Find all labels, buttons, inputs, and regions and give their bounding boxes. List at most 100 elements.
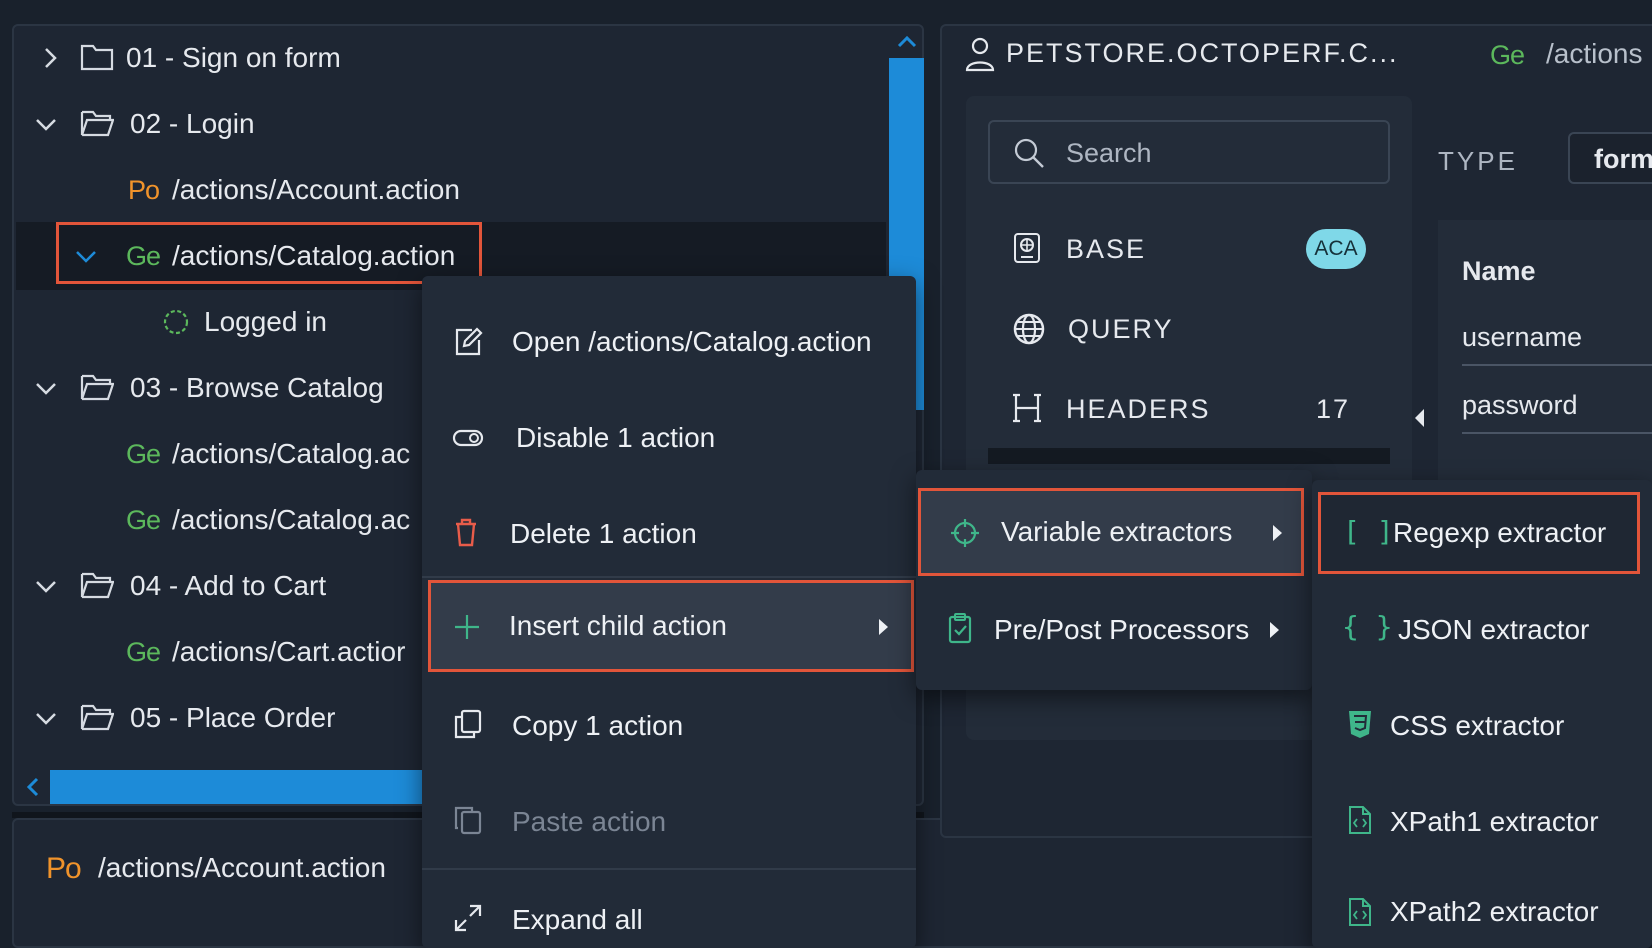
copy-icon	[454, 709, 482, 739]
param-underline	[1462, 432, 1652, 434]
submenu-item-label: Variable extractors	[1001, 516, 1233, 547]
menu-item-open[interactable]: Open /actions/Catalog.action	[422, 302, 916, 382]
menu-item-label: Open /actions/Catalog.action	[512, 326, 872, 357]
section-label: BASE	[1066, 234, 1147, 264]
headers-count: 17	[1316, 394, 1351, 424]
param-underline	[1462, 364, 1652, 366]
section-label: QUERY	[1068, 314, 1174, 344]
base-badge: ACA	[1306, 229, 1366, 269]
menu-item-expand-all[interactable]: Expand all	[422, 880, 916, 948]
get-method-badge: Ge	[126, 636, 161, 667]
post-method-badge: Po	[46, 852, 82, 885]
braces-icon: { }	[1342, 610, 1393, 643]
menu-item-paste[interactable]: Paste action	[422, 782, 916, 862]
request-path: /actions	[1546, 38, 1643, 69]
extractor-item-label: JSON extractor	[1398, 614, 1590, 645]
menu-item-label: Delete 1 action	[510, 518, 697, 549]
menu-item-insert-child[interactable]: Insert child action	[428, 580, 914, 672]
scroll-left-icon[interactable]	[22, 774, 44, 800]
chevron-down-icon[interactable]	[32, 110, 60, 138]
user-icon	[965, 37, 995, 72]
edit-icon	[455, 327, 483, 356]
chevron-down-icon[interactable]	[32, 374, 60, 402]
chevron-down-icon[interactable]	[32, 704, 60, 732]
plus-icon	[455, 615, 479, 639]
tree-row-label: 05 - Place Order	[130, 702, 336, 733]
search-placeholder: Search	[1066, 138, 1152, 168]
request-host: PETSTORE.OCTOPERF.C...	[1006, 38, 1399, 68]
section-divider	[988, 448, 1390, 464]
get-method-badge: Ge	[1490, 40, 1525, 70]
tree-row-label: /actions/Catalog.action	[172, 240, 456, 271]
chevron-down-icon[interactable]	[72, 242, 100, 270]
tree-row-label: 01 - Sign on form	[126, 42, 341, 73]
menu-divider	[422, 576, 916, 578]
menu-item-label: Copy 1 action	[512, 710, 684, 741]
toggle-icon	[452, 429, 484, 447]
param-name[interactable]: username	[1462, 322, 1582, 353]
code-file-icon	[1349, 898, 1371, 926]
folder-open-icon	[80, 374, 114, 401]
tree-row-label: 04 - Add to Cart	[130, 570, 327, 601]
post-method-badge: Po	[128, 174, 160, 205]
submenu-item-variable-extractors[interactable]: Variable extractors	[918, 488, 1304, 576]
paste-icon	[454, 806, 482, 835]
chevron-down-icon[interactable]	[32, 572, 60, 600]
tree-row-sign-on-form[interactable]: 01 - Sign on form	[16, 24, 886, 92]
search-icon	[1014, 138, 1044, 168]
tree-row-account-action[interactable]: Po /actions/Account.action	[16, 156, 886, 224]
search-input[interactable]: Search	[988, 120, 1390, 184]
globe-icon	[1013, 313, 1045, 345]
tree-row-login[interactable]: 02 - Login	[16, 90, 886, 158]
menu-item-delete[interactable]: Delete 1 action	[422, 494, 916, 574]
menu-divider	[422, 868, 916, 870]
horizontal-scrollbar-thumb[interactable]	[50, 770, 430, 804]
crosshair-icon	[951, 519, 979, 547]
get-method-badge: Ge	[126, 240, 161, 271]
gear-outline-icon	[163, 309, 189, 335]
extractor-item-xpath2[interactable]: XPath2 extractor	[1312, 876, 1652, 948]
folder-open-icon	[80, 572, 114, 599]
extractor-item-xpath1[interactable]: XPath1 extractor	[1312, 780, 1652, 864]
caret-right-icon	[1273, 525, 1282, 541]
expand-icon	[454, 904, 482, 932]
folder-open-icon	[80, 110, 114, 137]
get-method-badge: Ge	[126, 438, 161, 469]
menu-item-label: Disable 1 action	[516, 422, 716, 453]
extractor-item-regexp[interactable]: [ ] Regexp extractor	[1318, 492, 1640, 574]
code-file-icon	[1349, 806, 1371, 834]
caret-left-icon[interactable]	[1412, 406, 1426, 430]
menu-item-label: Insert child action	[509, 610, 727, 641]
base-url-icon	[1014, 233, 1040, 263]
extractor-item-label: XPath2 extractor	[1390, 896, 1599, 927]
clipboard-check-icon	[948, 613, 972, 644]
tree-row-label: /actions/Catalog.ac	[172, 438, 411, 469]
menu-item-label: Paste action	[512, 806, 667, 837]
heading-icon	[1013, 393, 1041, 423]
extractor-item-label: CSS extractor	[1390, 710, 1565, 741]
extractor-item-json[interactable]: { } JSON extractor	[1312, 588, 1652, 672]
tree-row-label: 03 - Browse Catalog	[130, 372, 384, 403]
params-column-header: Name	[1462, 256, 1536, 286]
extractor-item-css[interactable]: CSS extractor	[1312, 684, 1652, 768]
get-method-badge: Ge	[126, 504, 161, 535]
scroll-up-icon[interactable]	[893, 30, 921, 54]
menu-item-disable[interactable]: Disable 1 action	[422, 398, 916, 478]
menu-item-copy[interactable]: Copy 1 action	[422, 686, 916, 766]
caret-right-icon	[1270, 622, 1279, 638]
type-label: TYPE	[1438, 146, 1518, 176]
folder-icon	[80, 44, 114, 71]
submenu-item-pre-post-processors[interactable]: Pre/Post Processors	[916, 588, 1312, 672]
menu-item-label: Expand all	[512, 904, 643, 935]
chevron-right-icon[interactable]	[36, 44, 64, 72]
submenu-item-label: Pre/Post Processors	[994, 614, 1250, 645]
tree-row-label: /actions/Catalog.ac	[172, 504, 411, 535]
type-value: form	[1594, 144, 1652, 174]
extractor-item-label: XPath1 extractor	[1390, 806, 1599, 837]
folder-open-icon	[80, 704, 114, 731]
param-name[interactable]: password	[1462, 390, 1578, 421]
tree-row-label: Logged in	[204, 306, 328, 337]
section-label: HEADERS	[1066, 394, 1211, 424]
type-select[interactable]: form	[1568, 132, 1652, 184]
bottom-action-path: /actions/Account.action	[98, 852, 386, 883]
